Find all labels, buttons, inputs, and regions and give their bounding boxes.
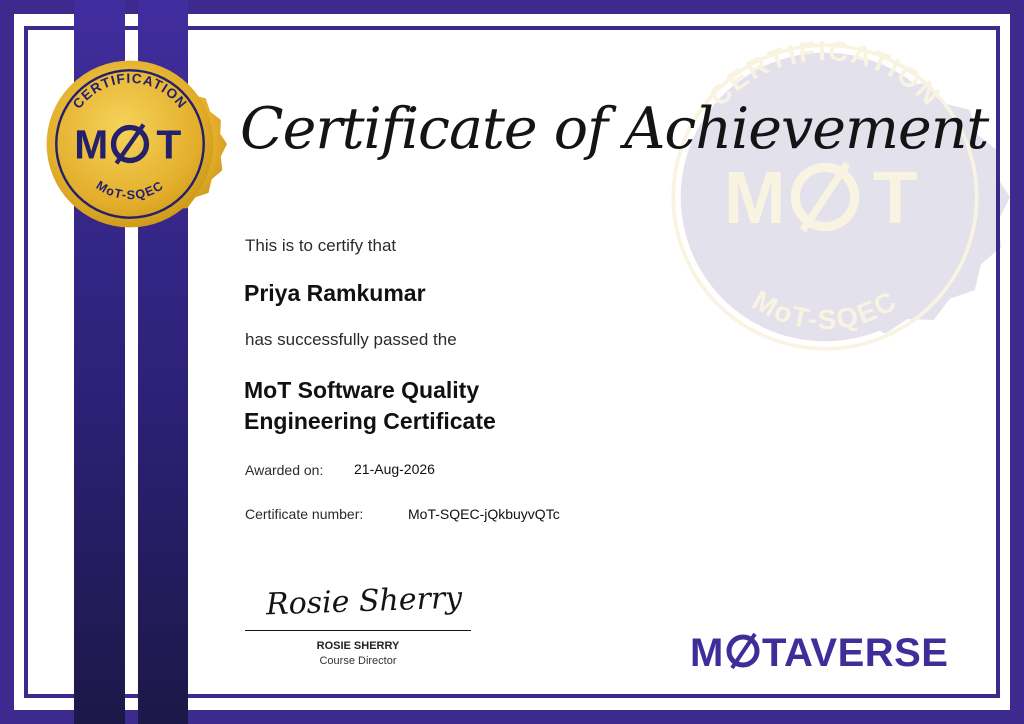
svg-text:T: T xyxy=(156,122,181,168)
certificate-name-line-2: Engineering Certificate xyxy=(244,408,496,434)
certificate-name: MoT Software Quality Engineering Certifi… xyxy=(244,375,496,437)
certification-seal-icon: CERTIFICATION M T MoT-SQEC xyxy=(46,60,227,228)
certificate-page: CERTIFICATION M T MoT-SQEC CERTIFICATION… xyxy=(0,0,1024,724)
svg-text:M: M xyxy=(74,122,108,168)
certificate-name-line-1: MoT Software Quality xyxy=(244,377,480,403)
recipient-name: Priya Ramkumar xyxy=(244,280,426,306)
certificate-title: Certificate of Achievement xyxy=(240,96,989,162)
signer-title: Course Director xyxy=(319,655,397,667)
motaverse-logo-icon: M TAVERSE xyxy=(690,631,949,670)
passed-text: has successfully passed the xyxy=(245,330,457,349)
svg-text:TAVERSE: TAVERSE xyxy=(762,631,949,670)
svg-text:M: M xyxy=(690,631,723,670)
certificate-number-label: Certificate number: xyxy=(245,506,364,522)
svg-text:M: M xyxy=(724,156,786,239)
awarded-label: Awarded on: xyxy=(245,462,324,478)
certificate-number: MoT-SQEC-jQkbuyvQTc xyxy=(408,506,560,522)
certify-intro: This is to certify that xyxy=(245,236,397,255)
signature: Rosie Sherry xyxy=(265,580,463,623)
watermark-seal-icon: CERTIFICATION M T MoT-SQEC xyxy=(671,35,1010,351)
svg-text:T: T xyxy=(873,156,918,239)
signer-name: ROSIE SHERRY xyxy=(316,640,400,652)
awarded-date: 21-Aug-2026 xyxy=(354,461,435,477)
signature-line xyxy=(245,630,471,631)
